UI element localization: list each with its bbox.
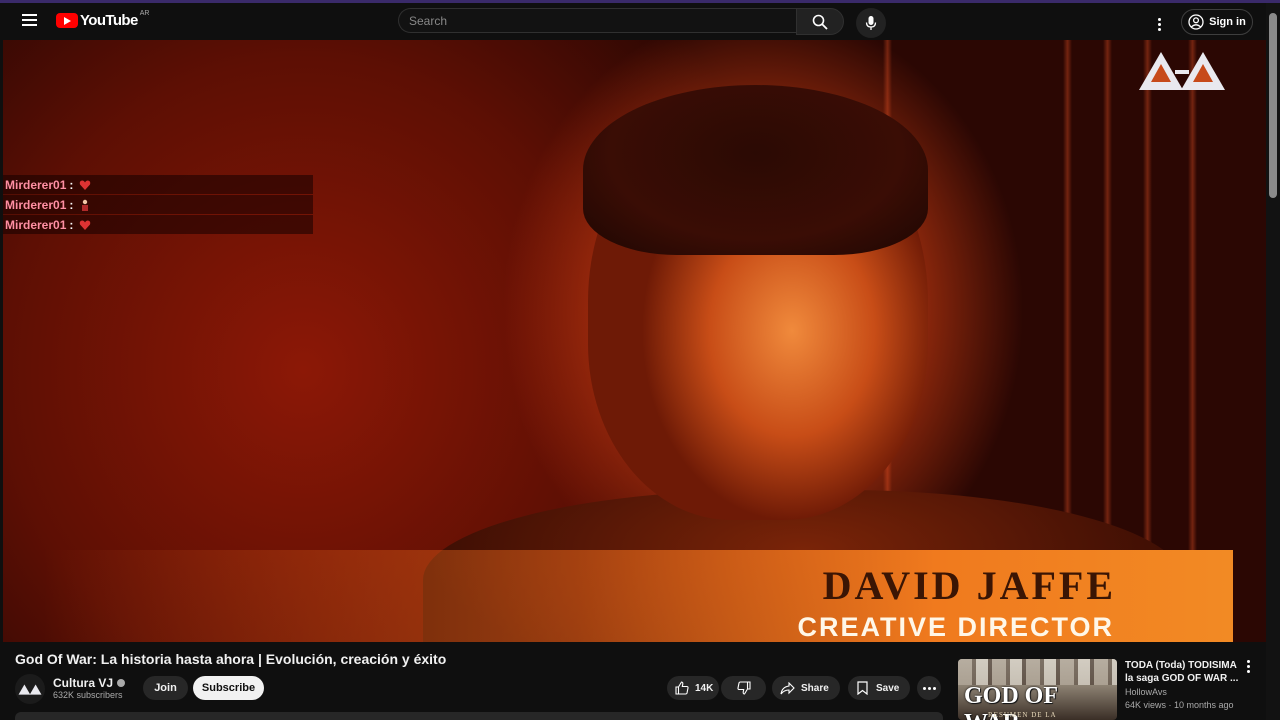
sign-in-label: Sign in bbox=[1209, 16, 1246, 28]
share-button[interactable]: Share bbox=[772, 676, 840, 700]
subscriber-count: 632K subscribers bbox=[53, 690, 123, 700]
dislike-button[interactable] bbox=[721, 676, 766, 700]
more-actions-icon[interactable] bbox=[917, 676, 941, 700]
scrollbar-thumb[interactable] bbox=[1269, 13, 1277, 198]
chat-separator: : bbox=[69, 217, 74, 232]
account-icon bbox=[1188, 14, 1204, 30]
chat-message: Mirderer01 : bbox=[3, 175, 313, 194]
voice-search-button[interactable] bbox=[856, 8, 886, 38]
thumbs-down-icon bbox=[736, 681, 751, 695]
youtube-logo[interactable]: YouTube AR bbox=[56, 10, 150, 29]
share-arrow-icon bbox=[780, 681, 795, 694]
region-code: AR bbox=[139, 10, 150, 17]
save-label: Save bbox=[876, 682, 900, 694]
chat-message: Mirderer01 : bbox=[3, 215, 313, 234]
recommended-title[interactable]: TODA (Toda) TODISIMA la saga GOD OF WAR … bbox=[1125, 659, 1240, 685]
logo-text: YouTube bbox=[80, 12, 138, 29]
recommended-video[interactable]: GOD OF WAR RESUMEN DE LA TODA (Toda) TOD… bbox=[958, 659, 1258, 720]
search-input[interactable] bbox=[398, 8, 796, 33]
thumbs-up-icon bbox=[675, 681, 689, 695]
subscribe-button[interactable]: Subscribe bbox=[193, 676, 264, 700]
search-button[interactable] bbox=[796, 8, 844, 35]
youtube-play-icon bbox=[56, 13, 78, 28]
recommended-channel[interactable]: HollowAvs bbox=[1125, 687, 1167, 697]
menu-icon[interactable] bbox=[20, 11, 40, 31]
person-emote-icon bbox=[82, 199, 89, 211]
microphone-icon bbox=[865, 16, 877, 30]
search-icon bbox=[812, 14, 828, 30]
like-count: 14K bbox=[695, 682, 714, 694]
lower-third-name: DAVID JAFFE bbox=[822, 563, 1116, 608]
chat-message: Mirderer01 : bbox=[3, 195, 313, 214]
recommended-more-icon[interactable] bbox=[1244, 659, 1252, 675]
verified-badge-icon bbox=[117, 679, 126, 687]
share-label: Share bbox=[801, 682, 829, 694]
recommended-meta: 64K views · 10 months ago bbox=[1125, 700, 1234, 710]
channel-name[interactable]: Cultura VJ bbox=[53, 676, 126, 690]
thumbnail-artwork bbox=[958, 659, 1117, 685]
chat-username: Mirderer01 bbox=[5, 217, 67, 232]
save-button[interactable]: Save bbox=[848, 676, 910, 700]
lower-third-role: CREATIVE DIRECTOR bbox=[797, 612, 1114, 642]
video-title: God Of War: La historia hasta ahora | Ev… bbox=[15, 651, 447, 667]
chat-overlay: Mirderer01 : Mirderer01 : Mirderer01 : bbox=[3, 175, 313, 235]
video-frame-person-hair bbox=[583, 85, 928, 255]
like-button[interactable]: 14K bbox=[667, 676, 719, 700]
chat-separator: : bbox=[69, 177, 74, 192]
recommended-thumbnail[interactable]: GOD OF WAR RESUMEN DE LA bbox=[958, 659, 1117, 720]
heart-emote-icon bbox=[80, 220, 91, 230]
channel-watermark-icon bbox=[1139, 52, 1225, 90]
join-button[interactable]: Join bbox=[143, 676, 188, 700]
chat-separator: : bbox=[69, 197, 74, 212]
channel-avatar[interactable] bbox=[15, 674, 45, 704]
settings-more-icon[interactable] bbox=[1151, 14, 1167, 34]
channel-logo-icon bbox=[18, 684, 42, 695]
video-player[interactable]: DAVID JAFFE CREATIVE DIRECTOR bbox=[3, 40, 1266, 642]
chat-username: Mirderer01 bbox=[5, 197, 67, 212]
channel-name-label: Cultura VJ bbox=[53, 676, 114, 690]
description-box[interactable] bbox=[15, 712, 943, 720]
search-box bbox=[398, 8, 844, 35]
save-playlist-icon bbox=[857, 681, 868, 695]
sign-in-button[interactable]: Sign in bbox=[1181, 9, 1253, 35]
heart-emote-icon bbox=[80, 180, 91, 190]
thumbnail-subtitle-art: RESUMEN DE LA bbox=[988, 711, 1057, 719]
masthead: YouTube AR Sign in bbox=[0, 3, 1266, 39]
page-scrollbar[interactable] bbox=[1266, 3, 1280, 720]
chat-username: Mirderer01 bbox=[5, 177, 67, 192]
